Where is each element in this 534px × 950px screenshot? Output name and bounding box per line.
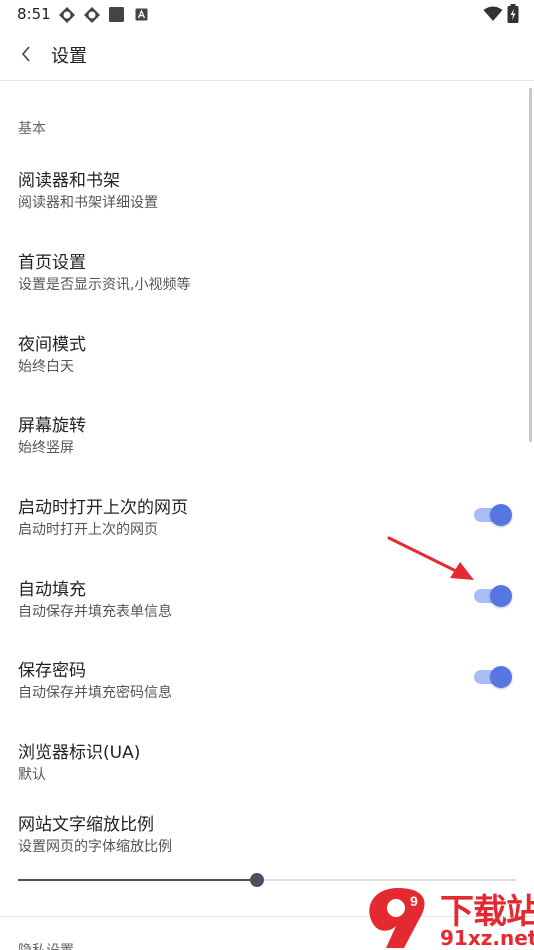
setting-subtitle: 始终竖屏 <box>18 440 74 456</box>
setting-browser-ua[interactable]: 浏览器标识(UA) 默认 <box>0 738 520 808</box>
setting-night-mode[interactable]: 夜间模式 始终白天 <box>0 330 520 400</box>
scrollbar[interactable] <box>529 88 532 442</box>
setting-subtitle: 始终白天 <box>18 359 74 375</box>
watermark-logo-icon: 9 <box>369 888 425 948</box>
font-a-icon <box>135 8 148 21</box>
setting-title: 屏幕旋转 <box>18 416 86 436</box>
setting-subtitle: 自动保存并填充密码信息 <box>18 685 172 701</box>
setting-title: 保存密码 <box>18 661 86 681</box>
section-header-basic: 基本 <box>18 121 46 137</box>
setting-subtitle: 设置网页的字体缩放比例 <box>18 839 172 855</box>
setting-home[interactable]: 首页设置 设置是否显示资讯,小视频等 <box>0 248 520 318</box>
save-password-toggle[interactable] <box>474 665 514 688</box>
autofill-toggle[interactable] <box>474 584 514 607</box>
app-notification-icon <box>84 7 100 23</box>
status-bar: 8:51 <box>0 0 534 28</box>
setting-subtitle: 阅读器和书架详细设置 <box>18 195 158 211</box>
watermark: 9 下载站 91xz.net <box>360 882 534 950</box>
app-notification-icon <box>59 7 75 23</box>
setting-title: 自动填充 <box>18 580 86 600</box>
watermark-domain: 91xz.net <box>440 926 534 950</box>
stop-square-icon <box>109 7 124 22</box>
setting-title: 首页设置 <box>18 253 86 273</box>
setting-subtitle: 默认 <box>18 767 46 783</box>
setting-title: 网站文字缩放比例 <box>18 815 154 835</box>
setting-title: 夜间模式 <box>18 335 86 355</box>
setting-reader-bookshelf[interactable]: 阅读器和书架 阅读器和书架详细设置 <box>0 166 520 236</box>
slider-track-rest <box>257 879 516 881</box>
setting-title: 浏览器标识(UA) <box>18 743 141 763</box>
restore-last-page-toggle[interactable] <box>474 503 514 526</box>
wifi-icon <box>483 6 503 21</box>
toggle-thumb <box>490 585 512 607</box>
section-header-privacy: 隐私设置 <box>18 940 74 950</box>
status-time: 8:51 <box>17 5 51 23</box>
setting-subtitle: 启动时打开上次的网页 <box>18 522 158 538</box>
slider-thumb[interactable] <box>250 873 264 887</box>
back-button[interactable] <box>8 36 44 72</box>
setting-subtitle: 设置是否显示资讯,小视频等 <box>18 277 191 293</box>
slider-track-filled <box>18 879 257 881</box>
toggle-thumb <box>490 666 512 688</box>
battery-charging-icon <box>507 4 519 23</box>
settings-screen: 8:51 设置 基本 阅读器和书架 阅读器和书架详细设置 首页设置 设置是否显示… <box>0 0 534 950</box>
watermark-logo-text: 9 <box>410 893 418 909</box>
chevron-left-icon <box>21 46 30 62</box>
toggle-thumb <box>490 504 512 526</box>
setting-autofill[interactable]: 自动填充 自动保存并填充表单信息 <box>0 575 520 645</box>
app-bar: 设置 <box>0 28 534 81</box>
setting-title: 启动时打开上次的网页 <box>18 498 188 518</box>
annotation-arrow-icon <box>387 536 474 580</box>
setting-subtitle: 自动保存并填充表单信息 <box>18 604 172 620</box>
setting-text-scale: 网站文字缩放比例 设置网页的字体缩放比例 <box>0 810 520 880</box>
setting-screen-rotation[interactable]: 屏幕旋转 始终竖屏 <box>0 411 520 481</box>
page-title: 设置 <box>51 46 87 67</box>
setting-save-password[interactable]: 保存密码 自动保存并填充密码信息 <box>0 656 520 726</box>
setting-title: 阅读器和书架 <box>18 171 120 191</box>
